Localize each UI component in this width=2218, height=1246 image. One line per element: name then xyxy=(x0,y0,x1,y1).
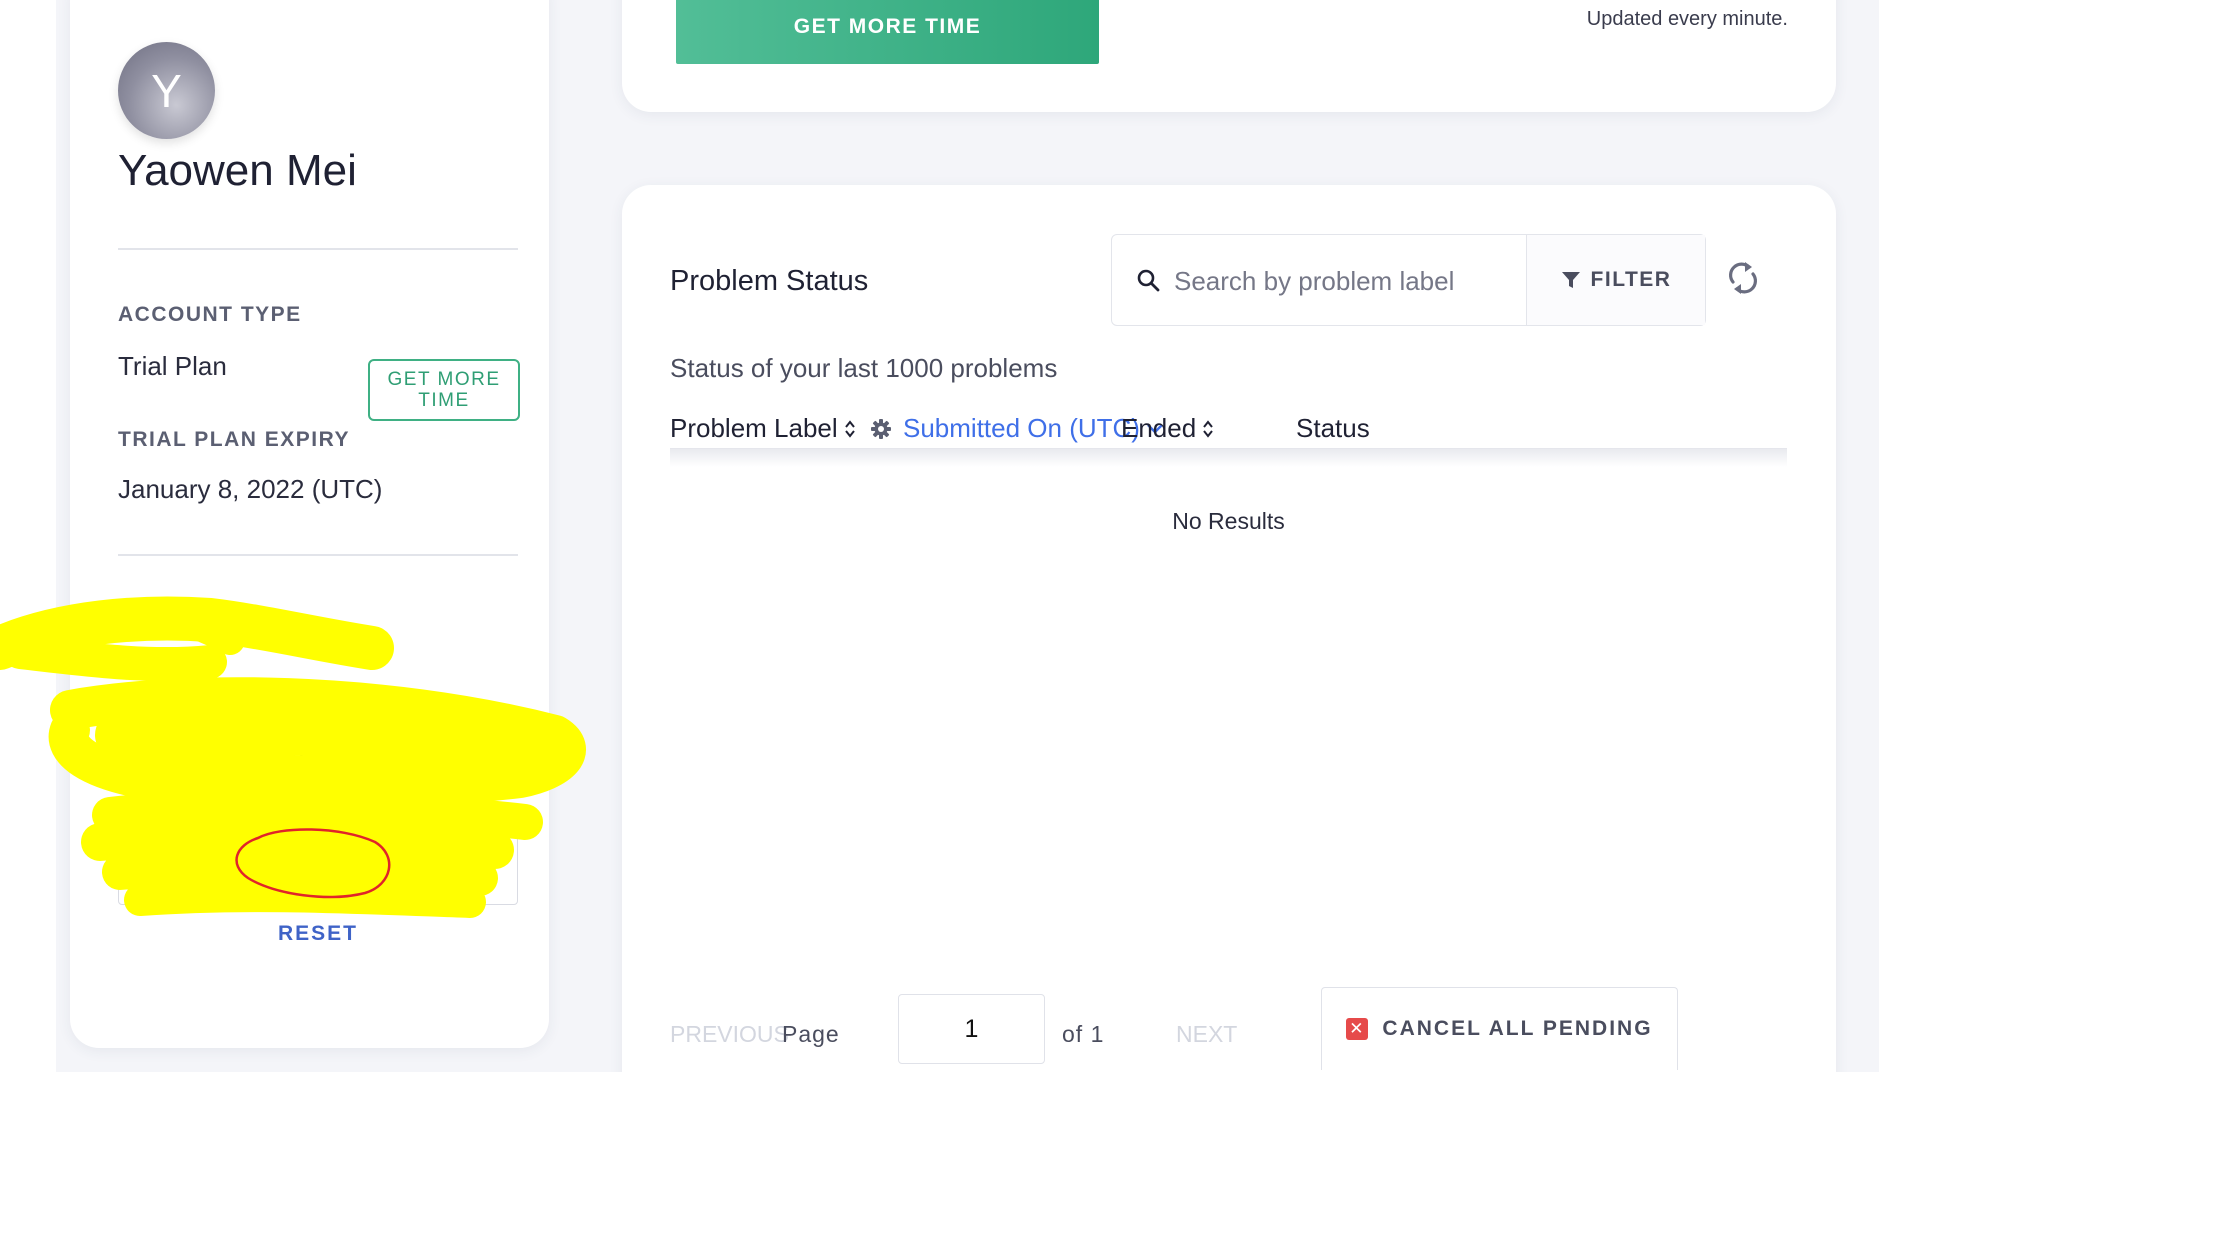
top-card: GET MORE TIME Updated every minute. xyxy=(622,0,1836,112)
refresh-icon[interactable] xyxy=(1725,258,1761,298)
empty-table-message: No Results xyxy=(1172,508,1285,534)
reset-link[interactable]: RESET xyxy=(118,922,518,946)
account-type-label: ACCOUNT TYPE xyxy=(118,303,302,326)
user-name: Yaowen Mei xyxy=(118,146,357,195)
column-header-ended[interactable]: Ended xyxy=(1121,413,1214,444)
api-token-masked-value: •••••••••••••••••••••••••••••••• xyxy=(143,737,403,767)
close-icon: ✕ xyxy=(1346,1018,1369,1040)
column-header-problem-label[interactable]: Problem Label xyxy=(670,413,892,444)
filter-label: FILTER xyxy=(1590,268,1672,291)
updated-note: Updated every minute. xyxy=(1586,8,1788,30)
profile-card: Y Yaowen Mei ACCOUNT TYPE Trial Plan GET… xyxy=(70,0,549,1048)
next-page-button[interactable]: NEXT xyxy=(1176,1021,1237,1048)
get-more-time-button[interactable]: GET MORE TIME xyxy=(368,359,520,421)
blank-area xyxy=(0,1072,2218,1246)
problem-status-title: Problem Status xyxy=(670,265,869,297)
avatar[interactable]: Y xyxy=(118,42,215,139)
gear-icon[interactable] xyxy=(870,418,892,440)
cancel-all-pending-label: CANCEL ALL PENDING xyxy=(1382,1017,1653,1040)
eye-icon[interactable] xyxy=(463,739,495,771)
sort-icon xyxy=(1203,419,1213,438)
divider xyxy=(118,554,518,556)
trial-expiry-label: TRIAL PLAN EXPIRY xyxy=(118,428,351,451)
copy-button[interactable]: COPY xyxy=(118,831,518,905)
api-token-field[interactable]: •••••••••••••••••••••••••••••••• xyxy=(118,718,518,792)
get-more-time-banner-button[interactable]: GET MORE TIME xyxy=(676,0,1099,64)
page-number-input[interactable] xyxy=(898,994,1045,1064)
column-header-status: Status xyxy=(1296,413,1370,444)
table-header-divider xyxy=(670,448,1787,467)
search-input[interactable] xyxy=(1172,255,1506,307)
divider xyxy=(118,248,518,250)
page-total: of 1 xyxy=(1062,1021,1105,1047)
problem-status-card: Problem Status FILTER Status of your las… xyxy=(622,185,1836,1125)
cancel-all-pending-button[interactable]: ✕ CANCEL ALL PENDING xyxy=(1321,987,1678,1070)
search-box: FILTER xyxy=(1111,234,1706,326)
account-type-value: Trial Plan xyxy=(118,351,227,381)
problem-status-subtitle: Status of your last 1000 problems xyxy=(670,353,1058,383)
column-label: Status xyxy=(1296,413,1370,443)
filter-button[interactable]: FILTER xyxy=(1526,235,1705,325)
column-label: Ended xyxy=(1121,413,1197,443)
filter-icon xyxy=(1561,272,1580,288)
column-label: Problem Label xyxy=(670,413,838,443)
page-label: Page xyxy=(782,1021,840,1047)
trial-expiry-value: January 8, 2022 (UTC) xyxy=(118,474,383,504)
sort-icon xyxy=(844,419,855,438)
previous-page-button[interactable]: PREVIOUS xyxy=(670,1021,789,1048)
api-token-title: API Token xyxy=(118,606,258,638)
search-icon xyxy=(1137,269,1160,292)
column-label: Submitted On (UTC) xyxy=(903,413,1140,443)
